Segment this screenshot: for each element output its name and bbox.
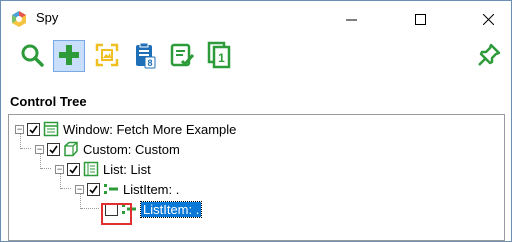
list-item-icon (103, 181, 119, 197)
capture-button[interactable] (91, 40, 123, 72)
control-tree[interactable]: − Window: Fetch More Example − Custom: C… (8, 114, 505, 241)
window-title: Spy (36, 10, 59, 25)
svg-text:8: 8 (147, 58, 152, 68)
list-icon (83, 161, 99, 177)
app-logo-icon (10, 10, 28, 28)
search-button[interactable] (16, 40, 48, 72)
svg-text:1: 1 (218, 51, 225, 65)
node-checkbox[interactable] (27, 122, 40, 136)
collapse-icon[interactable]: − (75, 184, 84, 194)
maximize-button[interactable] (397, 1, 443, 37)
toolbar: 8 1 (1, 37, 511, 77)
tree-node-listitem[interactable]: − ListItem: . (75, 180, 179, 198)
pin-button[interactable] (473, 40, 505, 72)
clipboard-icon: 8 (131, 41, 157, 72)
search-icon (19, 42, 45, 71)
tree-node-label: Window: Fetch More Example (63, 121, 237, 137)
tree-node-label: ListItem: . (139, 200, 203, 218)
custom-control-icon (63, 141, 79, 157)
copy-icon: 1 (206, 41, 232, 72)
add-icon (56, 42, 82, 71)
tree-node-window[interactable]: − Window: Fetch More Example (15, 120, 236, 138)
tree-node-label: Custom: Custom (83, 141, 180, 157)
title-bar: Spy (1, 1, 511, 37)
tree-node-label: List: List (103, 161, 151, 177)
collapse-icon[interactable]: − (35, 144, 44, 154)
window-icon (43, 121, 59, 137)
control-tree-title: Control Tree (10, 94, 87, 109)
copy-button[interactable]: 1 (203, 40, 235, 72)
checklist-button[interactable] (166, 40, 198, 72)
collapse-icon[interactable]: − (15, 124, 24, 134)
tree-node-label: ListItem: . (123, 181, 180, 197)
close-button[interactable] (465, 1, 511, 37)
highlight-box (101, 203, 132, 225)
tree-node-custom[interactable]: − Custom: Custom (35, 140, 180, 158)
minimize-button[interactable] (328, 1, 374, 37)
node-checkbox[interactable] (87, 182, 100, 196)
collapse-icon[interactable]: − (55, 164, 64, 174)
spy-window: Spy 8 1 Control Tree − Window: Fetch Mor… (0, 0, 512, 242)
clipboard-button[interactable]: 8 (128, 40, 160, 72)
tree-node-list[interactable]: − List: List (55, 160, 151, 178)
node-checkbox[interactable] (67, 162, 80, 176)
add-button[interactable] (53, 40, 85, 72)
pin-icon (476, 42, 502, 71)
checklist-icon (169, 42, 195, 71)
capture-icon (94, 42, 120, 71)
node-checkbox[interactable] (47, 142, 60, 156)
